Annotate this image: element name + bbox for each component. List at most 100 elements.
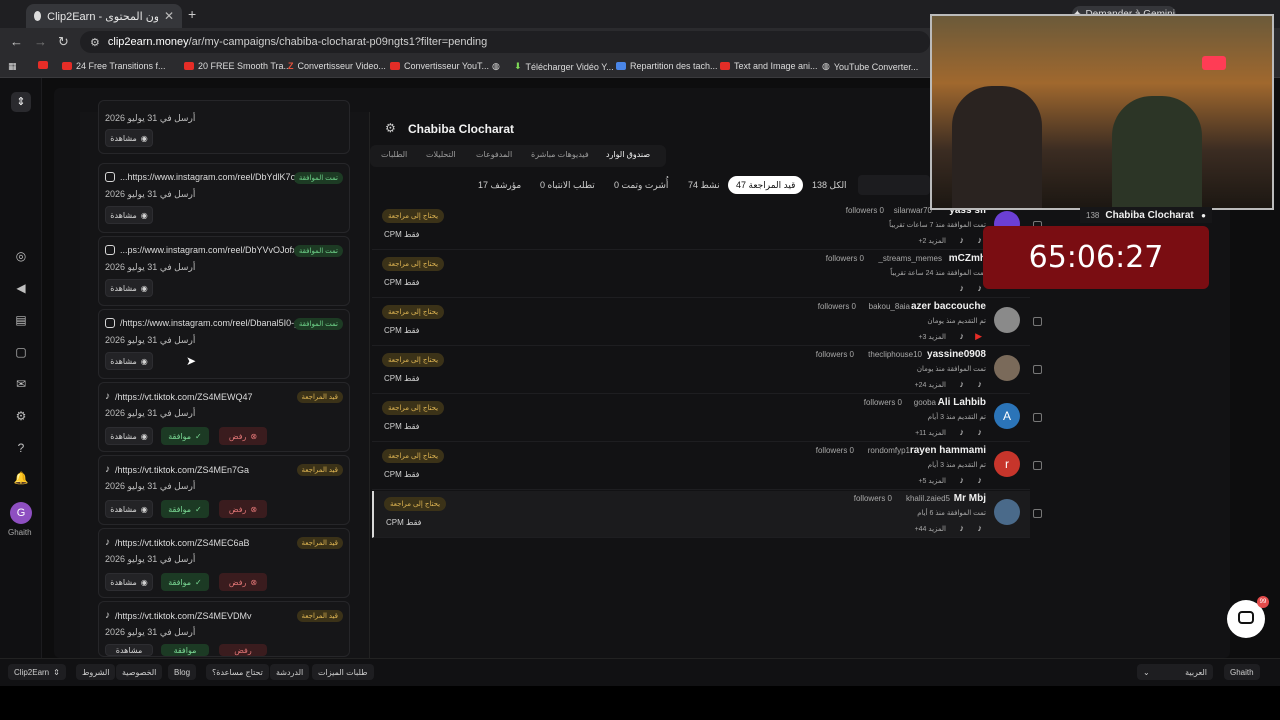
submission-url[interactable]: ♪ /https://vt.tiktok.com/ZS4MEVDMv [105,610,252,621]
filter-pending[interactable]: قيد المراجعة 47 [728,176,804,194]
forward-icon[interactable]: → [34,34,47,49]
tab-payments[interactable]: المدفوعات [476,150,512,159]
compass-icon[interactable]: ◎ [13,248,29,264]
tab-requests[interactable]: الطلبات [381,150,407,159]
creator-row[interactable]: يحتاج إلى مراجعة CPM فقط rayen hammami r… [372,443,1042,490]
submission-sent: أرسل في 31 يوليو 2026 [105,481,196,491]
notification-icon[interactable]: 🔔 [13,470,29,486]
user-avatar[interactable]: G [10,502,32,524]
language-label: العربية [1185,667,1207,677]
submission-url[interactable]: /https://www.instagram.com/reel/Dbanal5I… [105,318,299,328]
submission-url[interactable]: ♪ /https://vt.tiktok.com/ZS4MEWQ47 [105,391,253,402]
followers-count: followers 0 [853,494,892,503]
help-icon[interactable]: ? [13,440,29,456]
close-icon[interactable]: ✕ [164,9,174,23]
bookmark-6[interactable]: Text and Image ani... [720,61,818,71]
filter-flagged[interactable]: أُشرت وتمت 0 [606,176,676,194]
footer-link-privacy[interactable]: الخصوصية [116,664,163,680]
row-checkbox[interactable] [1033,461,1042,470]
tab-live-videos[interactable]: فيديوهات مباشرة [531,150,589,159]
apps-icon[interactable]: ▦ [8,61,17,72]
bookmark-3[interactable]: Convertisseur YouT... [390,61,489,71]
tiktok-icon: ♪ [105,391,110,402]
bookmark-yt-1[interactable] [38,61,48,69]
reject-button[interactable]: رفض ⊗ [219,573,267,591]
tab-analytics[interactable]: التحليلات [426,150,456,159]
view-button[interactable]: مشاهدة ◉ [105,500,153,518]
campaign-settings-icon[interactable]: ⚙ [385,121,396,135]
back-icon[interactable]: ← [10,34,23,49]
row-checkbox[interactable] [1033,413,1042,422]
x-icon: ⊗ [250,577,258,587]
more-count: +11 المزيد [915,430,946,437]
submission-url[interactable]: ♪ /https://vt.tiktok.com/ZS4MEC6aB [105,537,250,548]
filter-attention[interactable]: تطلب الانتباه 0 [532,176,603,194]
mail-icon[interactable]: ✉ [13,376,29,392]
view-button[interactable]: مشاهدة ◉ [105,427,153,445]
footer-link-features[interactable]: طلبات الميزات [312,664,374,680]
bookmark-0[interactable]: 24 Free Transitions f... [62,61,166,71]
view-button[interactable]: مشاهدة ◉ [105,352,153,370]
settings-icon[interactable]: ⚙ [13,408,29,424]
creator-row[interactable]: يحتاج إلى مراجعة CPM فقط mCZmh _streams_… [372,251,1042,298]
filter-archived[interactable]: مؤرشف 17 [470,176,529,194]
filter-all[interactable]: الكل 138 [804,176,855,194]
filter-active[interactable]: نشط 74 [680,176,728,194]
bookmark-7[interactable]: ◍ YouTube Converter... [822,61,918,72]
site-info-icon[interactable]: ⚙ [90,36,100,49]
view-button[interactable]: مشاهدة ◉ [105,206,153,224]
megaphone-icon[interactable]: ◀ [13,280,29,296]
document-icon[interactable]: ▤ [13,312,29,328]
language-select[interactable]: ⌄ العربية [1137,664,1213,680]
bookmark-2[interactable]: Z Convertisseur Video... [288,61,386,71]
view-button[interactable]: مشاهدة ◉ [105,279,153,297]
search-input[interactable] [858,175,930,195]
creator-row[interactable]: يحتاج إلى مراجعة CPM فقط yassine0908 the… [372,347,1042,394]
reject-button[interactable]: رفض [219,644,267,656]
submission-url[interactable]: ...https://www.instagram.com/reel/DbYdlK… [105,172,309,182]
tab-inbox[interactable]: صندوق الوارد [606,150,650,159]
row-checkbox[interactable] [1033,509,1042,518]
brand-label: Clip2Earn [14,667,50,677]
footer-user[interactable]: Ghaith [1224,664,1260,680]
reload-icon[interactable]: ↻ [58,34,69,50]
creator-row[interactable]: يحتاج إلى مراجعة CPM فقط Ali Lahbib goob… [372,395,1042,442]
view-button[interactable]: مشاهدة [105,644,153,656]
creator-row[interactable]: يحتاج إلى مراجعة CPM فقط azer baccouche … [372,299,1042,346]
footer-link-terms[interactable]: الشروط [76,664,116,680]
submission-card: ...https://www.instagram.com/reel/DbYdlK… [98,163,350,233]
view-button[interactable]: مشاهدة ◉ [105,573,153,591]
submission-url[interactable]: ...ps://www.instagram.com/reel/DbYVvOJof… [105,245,303,255]
approve-label: موافقة [173,645,197,655]
chat-icon[interactable]: ▢ [13,344,29,360]
approve-button[interactable]: موافقة ✓ [161,500,209,518]
creator-row-selected[interactable]: يحتاج إلى مراجعة CPM فقط Mr Mbj khalil.z… [372,491,1042,538]
new-tab-icon[interactable]: + [188,6,196,22]
logo-icon[interactable]: ⇕ [11,92,31,112]
globe-bookmark[interactable]: ◍ [492,61,500,72]
bookmark-1[interactable]: 20 FREE Smooth Tra... [184,61,291,71]
view-label: مشاهدة [110,431,137,441]
tab-title: Clip2Earn - تسريع تعاون المحتوى [47,10,158,23]
approve-button[interactable]: موافقة [161,644,209,656]
row-checkbox[interactable] [1033,365,1042,374]
view-button[interactable]: مشاهدة ◉ [105,129,153,147]
reject-button[interactable]: رفض ⊗ [219,427,267,445]
submission-url[interactable]: ♪ /https://vt.tiktok.com/ZS4MEn7Ga [105,464,249,475]
bookmark-4[interactable]: ⬇ Télécharger Vidéo Y... [514,61,614,72]
cpm-label: CPM فقط [386,518,422,527]
footer-link-chat[interactable]: الدردشة [270,664,310,680]
brand-switcher[interactable]: Clip2Earn ⇕ [8,664,66,680]
row-checkbox[interactable] [1033,317,1042,326]
chat-button[interactable]: 99 [1227,596,1269,638]
creator-meta: تم التقديم منذ 3 أيام [927,462,986,469]
creator-row[interactable]: يحتاج إلى مراجعة CPM فقط yass sfi silanw… [372,203,1042,250]
footer-link-blog[interactable]: Blog [168,664,197,680]
browser-tab[interactable]: Clip2Earn - تسريع تعاون المحتوى ✕ [26,4,182,28]
bookmark-5[interactable]: Repartition des tach... [616,61,718,71]
url-bar[interactable]: ⚙ clip2earn.money/ar/my-campaigns/chabib… [80,31,930,53]
reject-button[interactable]: رفض ⊗ [219,500,267,518]
approve-button[interactable]: موافقة ✓ [161,427,209,445]
approve-button[interactable]: موافقة ✓ [161,573,209,591]
footer-link-help[interactable]: تحتاج مساعدة؟ [206,664,269,680]
